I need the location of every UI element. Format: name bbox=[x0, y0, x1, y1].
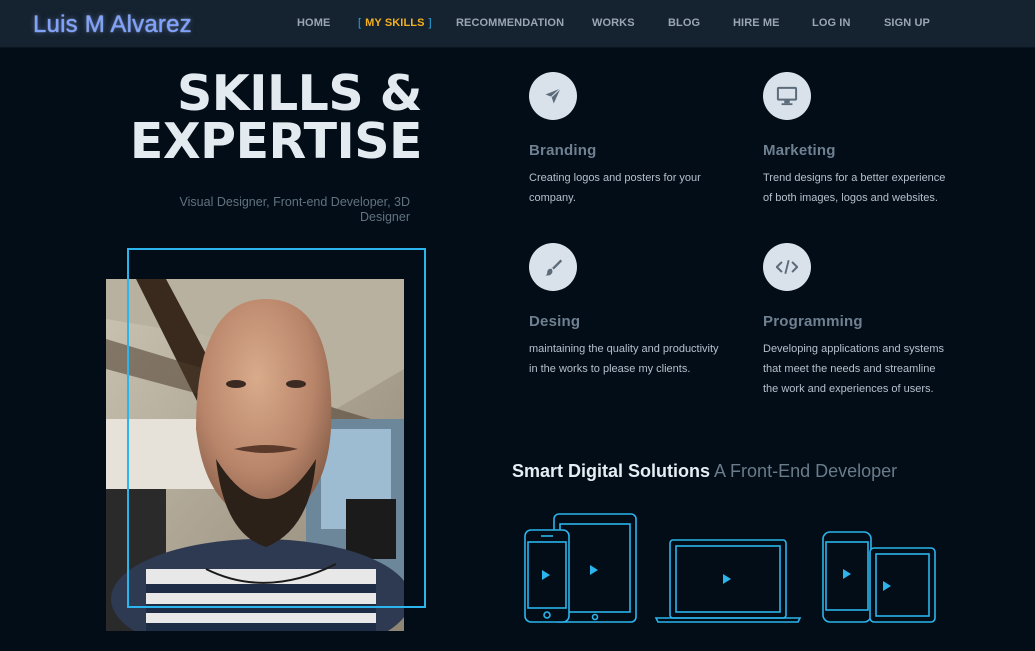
tablet-phone-icon bbox=[524, 513, 637, 623]
skill-title: Marketing bbox=[763, 142, 836, 159]
nav-my-skills[interactable]: MY SKILLS bbox=[358, 17, 432, 29]
paper-plane-icon bbox=[529, 72, 577, 120]
brand-logo[interactable]: Luis M Alvarez bbox=[33, 11, 192, 39]
skill-programming: Programming Developing applications and … bbox=[763, 243, 953, 399]
brush-icon bbox=[529, 243, 577, 291]
skill-title: Programming bbox=[763, 313, 863, 330]
skill-desing: Desing maintaining the quality and produ… bbox=[529, 243, 719, 379]
monitor-icon bbox=[763, 72, 811, 120]
phone-tablet-icon bbox=[822, 531, 936, 623]
skill-description: Creating logos and posters for your comp… bbox=[529, 172, 701, 204]
nav-blog[interactable]: BLOG bbox=[668, 17, 700, 29]
nav-home[interactable]: HOME bbox=[297, 17, 330, 29]
skill-title: Desing bbox=[529, 313, 581, 330]
nav-sign-up[interactable]: SIGN UP bbox=[884, 17, 930, 29]
hero-subtitle: Visual Designer, Front-end Developer, 3D… bbox=[179, 195, 410, 224]
laptop-icon bbox=[654, 539, 802, 623]
solutions-heading: Smart Digital Solutions A Front-End Deve… bbox=[512, 461, 897, 482]
skill-description: Trend designs for a better experience of… bbox=[763, 172, 946, 204]
nav-hire-me[interactable]: HIRE ME bbox=[733, 17, 780, 29]
solutions-light: A Front-End Developer bbox=[714, 461, 898, 481]
hero-title: SKILLS & EXPERTISE bbox=[100, 65, 423, 170]
nav-log-in[interactable]: LOG IN bbox=[812, 17, 851, 29]
skill-title: Branding bbox=[529, 142, 597, 159]
skill-branding: Branding Creating logos and posters for … bbox=[529, 72, 719, 208]
code-icon bbox=[763, 243, 811, 291]
skill-description: Developing applications and systems that… bbox=[763, 343, 944, 395]
nav-recommendation[interactable]: RECOMMENDATION bbox=[456, 17, 564, 29]
skill-description: maintaining the quality and productivity… bbox=[529, 343, 719, 375]
hero-title-line1: SKILLS & bbox=[176, 65, 423, 122]
skill-marketing: Marketing Trend designs for a better exp… bbox=[763, 72, 953, 208]
hero-title-line2: EXPERTISE bbox=[129, 113, 423, 170]
nav-works[interactable]: WORKS bbox=[592, 17, 635, 29]
photo-frame bbox=[127, 248, 426, 608]
solutions-strong: Smart Digital Solutions bbox=[512, 461, 711, 481]
top-navbar: Luis M Alvarez HOME MY SKILLS RECOMMENDA… bbox=[0, 0, 1035, 48]
devices-illustration bbox=[520, 508, 940, 633]
